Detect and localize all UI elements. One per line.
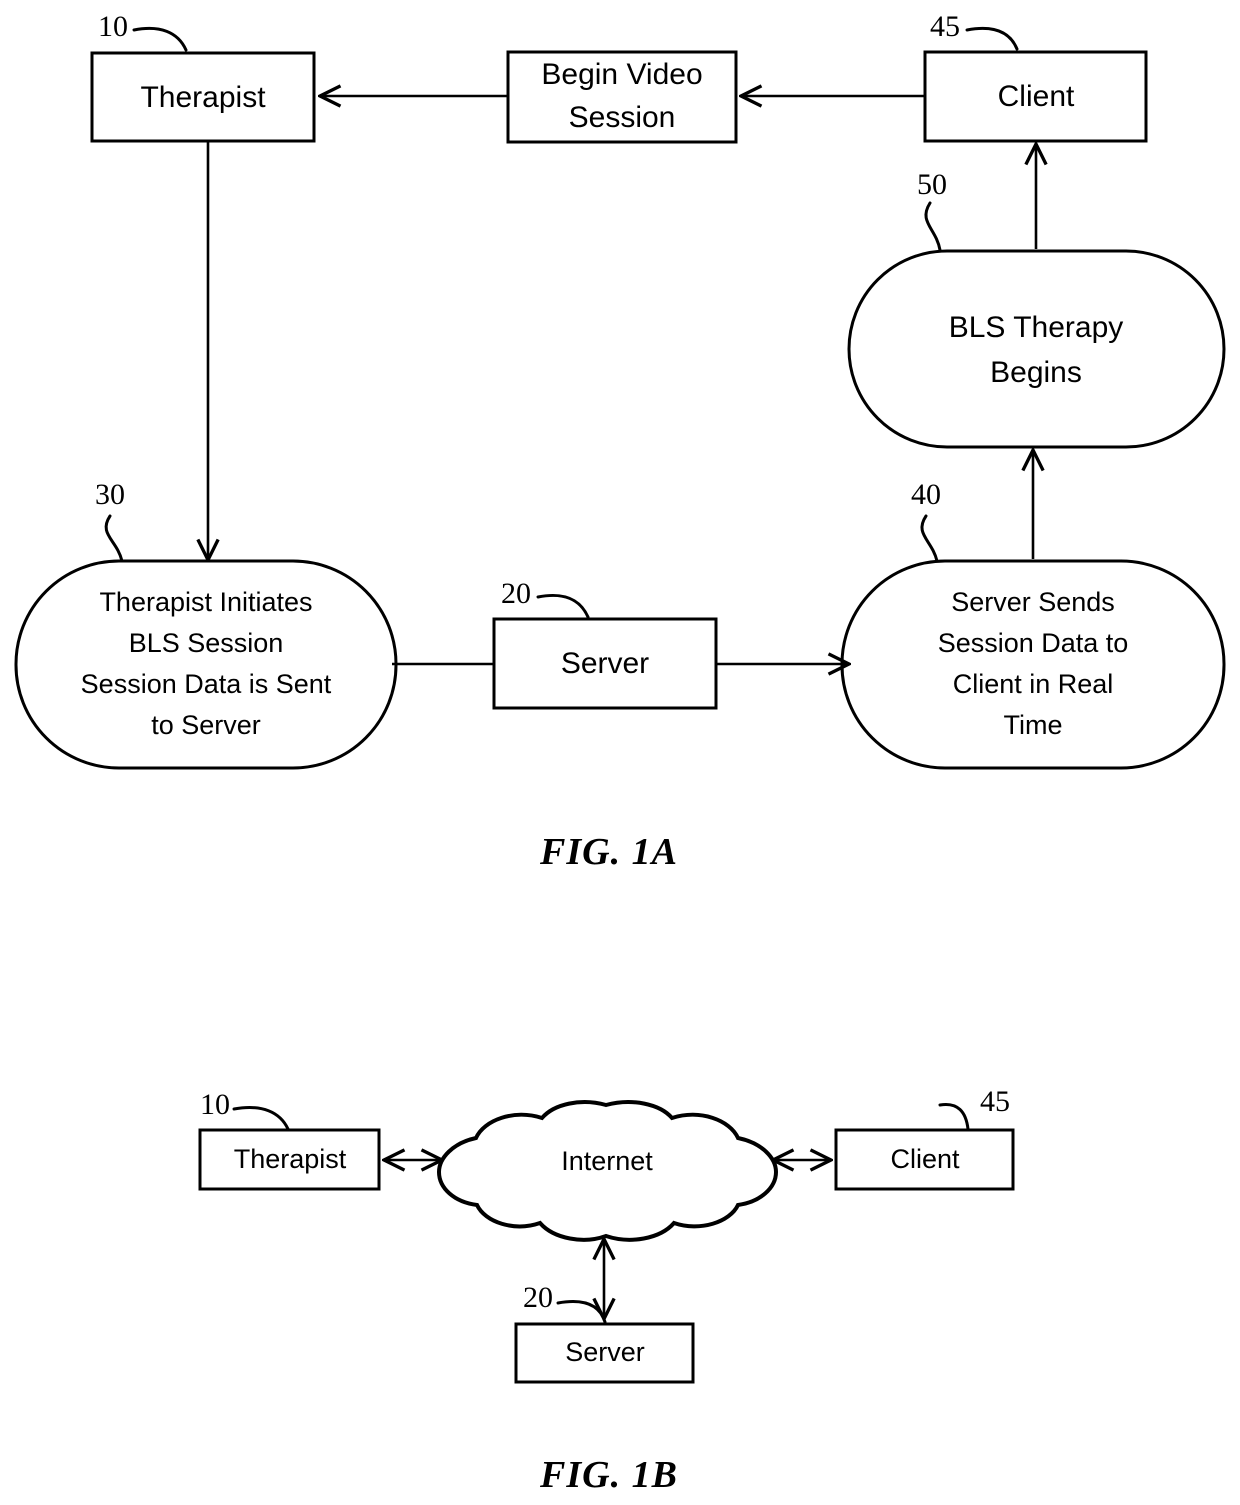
node-client-1a[interactable]: Client <box>923 50 1148 143</box>
lead-line-30 <box>104 514 124 563</box>
node-internet-cloud[interactable]: Internet <box>436 1100 779 1242</box>
therapist-initiates-label-line2: BLS Session <box>129 628 284 658</box>
lead-line-50 <box>924 201 942 252</box>
node-begin-video-session[interactable]: Begin Video Session <box>506 50 738 144</box>
node-therapist-1b[interactable]: Therapist <box>198 1128 381 1191</box>
ref-numeral-20-1b: 20 <box>523 1281 553 1314</box>
figure-1b: Therapist 10 Internet Client 45 Server 2… <box>198 1085 1015 1496</box>
server-sends-label-line2: Session Data to <box>938 628 1129 658</box>
therapist-initiates-label-line4: to Server <box>151 710 261 740</box>
server-sends-label-line3: Client in Real <box>953 669 1114 699</box>
lead-line-45-1b <box>938 1102 970 1131</box>
lead-line-40 <box>920 514 939 563</box>
node-therapist-initiates[interactable]: Therapist Initiates BLS Session Session … <box>14 559 398 770</box>
node-server-1b[interactable]: Server <box>514 1322 695 1384</box>
client-label: Client <box>998 80 1075 113</box>
ref-numeral-45-1b: 45 <box>980 1085 1010 1118</box>
therapist-label-1b: Therapist <box>234 1144 347 1174</box>
ref-numeral-10-1b: 10 <box>200 1088 230 1121</box>
lead-line-20-1b <box>556 1300 607 1324</box>
therapist-initiates-label-line3: Session Data is Sent <box>81 669 332 699</box>
server-sends-label-line4: Time <box>1004 710 1063 740</box>
figure-1a-caption: FIG. 1A <box>539 831 678 873</box>
begin-video-session-label-line1: Begin Video <box>541 58 702 91</box>
server-sends-label-line1: Server Sends <box>951 587 1115 617</box>
bls-therapy-begins-label-line2: Begins <box>990 356 1082 389</box>
node-server-1a[interactable]: Server <box>492 617 718 710</box>
bls-therapy-begins-shape[interactable] <box>847 249 1226 449</box>
node-therapist-1a[interactable]: Therapist <box>90 51 316 143</box>
begin-video-session-label-line2: Session <box>569 101 676 134</box>
ref-numeral-10-1a: 10 <box>98 10 128 43</box>
node-bls-therapy-begins[interactable]: BLS Therapy Begins <box>847 249 1226 449</box>
ref-numeral-30: 30 <box>95 478 125 511</box>
node-server-sends[interactable]: Server Sends Session Data to Client in R… <box>840 559 1226 770</box>
lead-line-45-1a <box>965 26 1019 51</box>
figure-1a: Therapist 10 Begin Video Session Client … <box>14 10 1226 873</box>
lead-line-10-1a <box>132 26 188 52</box>
figure-1b-caption: FIG. 1B <box>539 1454 678 1496</box>
ref-numeral-20-1a: 20 <box>501 577 531 610</box>
ref-numeral-40: 40 <box>911 478 941 511</box>
patent-drawing-sheet: Therapist 10 Begin Video Session Client … <box>0 0 1240 1505</box>
server-label-1b: Server <box>565 1337 645 1367</box>
internet-label: Internet <box>561 1146 653 1176</box>
ref-numeral-45-1a: 45 <box>930 10 960 43</box>
ref-numeral-50: 50 <box>917 168 947 201</box>
lead-line-10-1b <box>232 1106 290 1131</box>
bls-therapy-begins-label-line1: BLS Therapy <box>949 311 1124 344</box>
server-label-1a: Server <box>561 647 649 680</box>
therapist-label: Therapist <box>140 81 266 114</box>
therapist-initiates-label-line1: Therapist Initiates <box>99 587 312 617</box>
patent-figures-svg: Therapist 10 Begin Video Session Client … <box>14 10 1226 1496</box>
client-label-1b: Client <box>890 1144 960 1174</box>
lead-line-20-1a <box>536 593 590 619</box>
node-client-1b[interactable]: Client <box>834 1128 1015 1191</box>
